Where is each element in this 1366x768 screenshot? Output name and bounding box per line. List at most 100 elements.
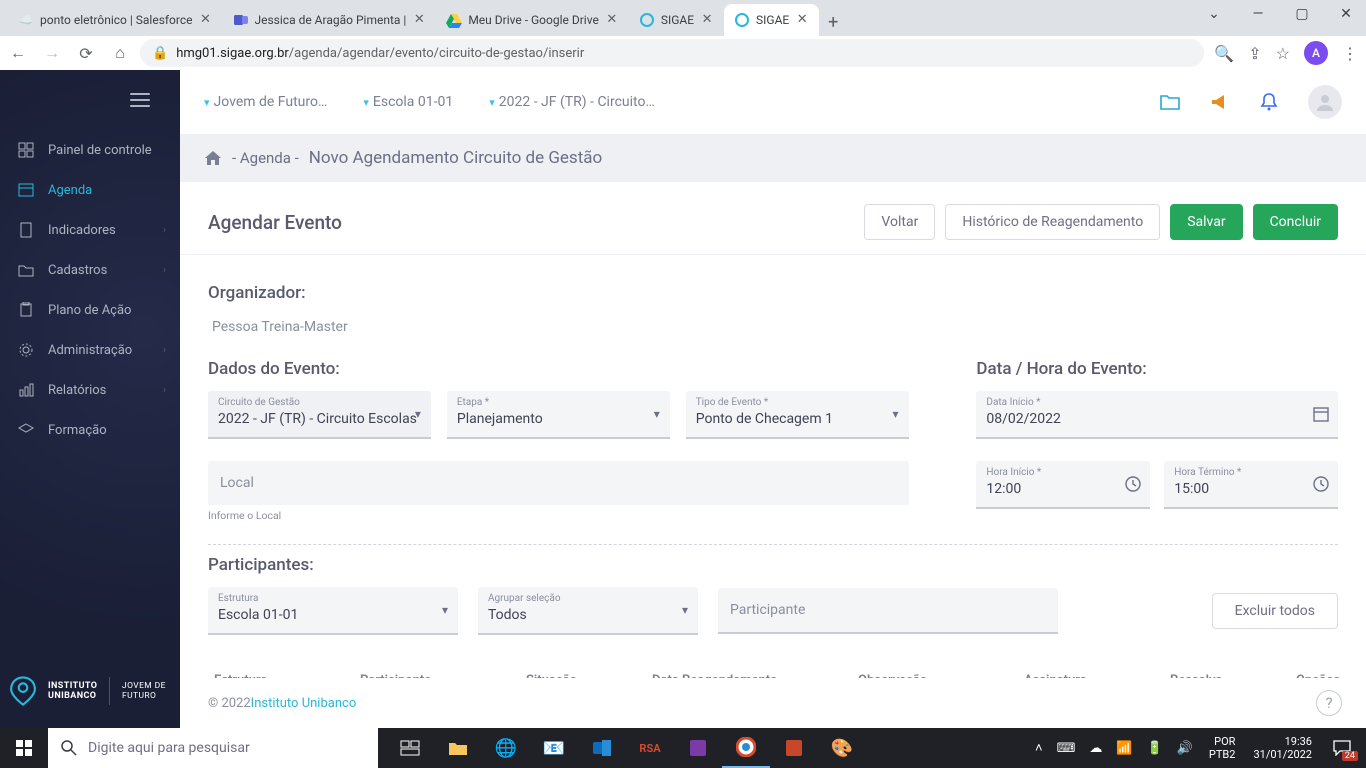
field-helper: Informe o Local [208,509,909,522]
menu-icon[interactable]: ⋮ [1342,44,1358,63]
tab-close-icon[interactable]: ✕ [795,13,809,27]
bookmark-icon[interactable]: ☆ [1276,44,1290,63]
close-icon[interactable]: ✕ [1332,4,1360,24]
hora-termino-field[interactable]: Hora Término * 15:00 [1164,461,1338,509]
hora-inicio-field[interactable]: Hora Início * 12:00 [976,461,1150,509]
estrutura-field[interactable]: Estrutura Escola 01-01 ▾ [208,587,458,635]
sidebar-item-cadastros[interactable]: Cadastros › [0,250,180,290]
sidebar-label: Formação [48,423,107,438]
powerpoint-icon[interactable] [770,728,818,768]
conclude-button[interactable]: Concluir [1253,204,1338,240]
data-inicio-field[interactable]: Data Início * 08/02/2022 [976,391,1338,439]
sidebar-item-agenda[interactable]: Agenda [0,170,180,210]
tab-close-icon[interactable]: ✕ [700,13,714,27]
back-button[interactable]: Voltar [864,204,935,240]
nav-back-icon[interactable]: ← [8,43,28,63]
context-selector-2[interactable]: ▾Escola 01-01 [363,94,453,110]
tipo-evento-field[interactable]: Tipo de Evento * Ponto de Checagem 1 ▾ [686,391,909,439]
onenote-icon[interactable] [674,728,722,768]
history-button[interactable]: Histórico de Reagendamento [945,204,1160,240]
sidebar-label: Painel de controle [48,143,152,158]
tab-teams[interactable]: Jessica de Aragão Pimenta | ✕ [223,4,437,36]
salesforce-icon: ☁️ [18,12,34,28]
field-label: Estrutura [218,593,448,605]
excluir-todos-button[interactable]: Excluir todos [1212,593,1338,629]
sidebar-label: Relatórios [48,383,106,398]
outlook-icon[interactable] [578,728,626,768]
folder-icon[interactable] [1160,93,1180,111]
sidebar-item-relatorios[interactable]: Relatórios › [0,370,180,410]
circuito-field[interactable]: Circuito de Gestão 2022 - JF (TR) - Circ… [208,391,431,439]
notification-icon[interactable]: 24 [1324,733,1360,763]
tab-close-icon[interactable]: ✕ [199,13,213,27]
paint-icon[interactable]: 🎨 [818,728,866,768]
nav-reload-icon[interactable]: ⟳ [76,44,96,63]
start-button[interactable] [0,728,48,768]
zoom-icon[interactable]: 🔍 [1214,44,1234,63]
tab-title: SIGAE [661,13,694,27]
rsa-icon[interactable]: RSA [626,728,674,768]
field-label: Tipo de Evento * [696,397,899,409]
sidebar-item-admin[interactable]: Administração › [0,330,180,370]
explorer-icon[interactable] [434,728,482,768]
sidebar-item-plano[interactable]: Plano de Ação [0,290,180,330]
sidebar-item-formacao[interactable]: Formação [0,410,180,450]
field-value: Ponto de Checagem 1 [696,411,899,427]
nav-forward-icon[interactable]: → [42,43,62,63]
tab-sigae-1[interactable]: SIGAE ✕ [629,4,724,36]
participante-field[interactable]: Participante [718,588,1058,634]
agrupar-field[interactable]: Agrupar seleção Todos ▾ [478,587,698,635]
minimize-icon[interactable]: — [1244,4,1272,24]
tab-close-icon[interactable]: ✕ [605,13,619,27]
clock-date: 31/01/2022 [1253,748,1312,761]
chevron-down-icon: ▾ [489,96,495,109]
sidebar-toggle[interactable] [0,70,180,130]
tray-lang[interactable]: POR PTB2 [1203,735,1242,761]
url-path: /agenda/agendar/evento/circuito-de-gesta… [289,46,584,61]
wifi-icon[interactable]: 📶 [1112,741,1136,756]
brand-line1: INSTITUTO [48,681,97,691]
sidebar-item-painel[interactable]: Painel de controle [0,130,180,170]
sidebar-label: Administração [48,343,132,358]
volume-icon[interactable]: 🔊 [1173,741,1197,756]
help-icon[interactable]: ? [1316,690,1342,716]
user-avatar[interactable] [1308,85,1342,119]
globe-icon[interactable]: 🌐 [482,728,530,768]
footer-link[interactable]: Instituto Unibanco [251,696,357,711]
tab-title: SIGAE [756,13,789,27]
tab-salesforce[interactable]: ☁️ ponto eletrônico | Salesforce ✕ [8,4,223,36]
tab-strip: ☁️ ponto eletrônico | Salesforce ✕ Jessi… [0,0,1366,36]
home-icon[interactable] [204,150,222,166]
task-view-icon[interactable] [386,728,434,768]
address-bar[interactable]: 🔒 hmg01.sigae.org.br/agenda/agendar/even… [140,39,1204,67]
tab-gdrive[interactable]: Meu Drive - Google Drive ✕ [436,4,628,36]
cloud-icon[interactable]: ☁ [1085,741,1106,756]
mail-icon[interactable]: 📧 [530,728,578,768]
dropdown-icon[interactable]: ⌄ [1200,4,1228,24]
etapa-field[interactable]: Etapa * Planejamento ▾ [447,391,670,439]
profile-avatar[interactable]: A [1304,41,1328,65]
chevron-down-icon: ▾ [415,407,421,421]
megaphone-icon[interactable] [1210,93,1230,111]
context-selector-1[interactable]: ▾Jovem de Futuro… [204,94,327,110]
share-icon[interactable]: ⇪ [1248,44,1261,63]
sidebar-item-indicadores[interactable]: Indicadores › [0,210,180,250]
local-field[interactable]: Local [208,461,909,505]
taskbar-search[interactable]: Digite aqui para pesquisar [48,728,378,768]
clock-icon [1312,475,1330,493]
nav-home-icon[interactable]: ⌂ [110,43,130,63]
field-value: 12:00 [986,481,1140,497]
tab-sigae-active[interactable]: SIGAE ✕ [724,4,819,36]
battery-icon[interactable]: 🔋 [1143,741,1167,756]
tray-clock[interactable]: 19:36 31/01/2022 [1247,735,1318,761]
maximize-icon[interactable]: ▢ [1288,4,1316,24]
tray-chevron-icon[interactable]: ˄ [1031,740,1047,756]
tab-close-icon[interactable]: ✕ [412,13,426,27]
new-tab-button[interactable]: + [819,8,847,36]
context-selector-3[interactable]: ▾2022 - JF (TR) - Circuito… [489,94,655,110]
keyboard-icon[interactable]: ⌨ [1053,741,1080,756]
chrome-icon[interactable] [722,728,770,768]
save-button[interactable]: Salvar [1170,204,1242,240]
url-domain: hmg01.sigae.org.br [176,46,289,61]
bell-icon[interactable] [1260,92,1278,112]
